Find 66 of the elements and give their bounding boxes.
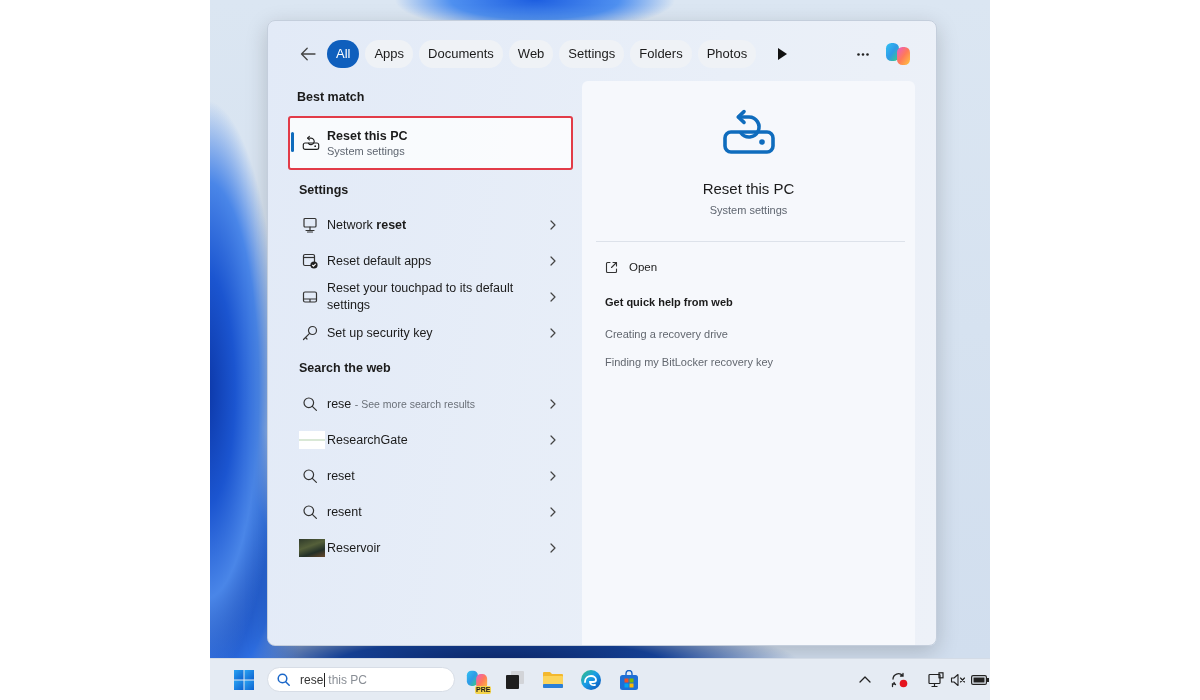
web-result[interactable]: resent [288, 494, 573, 530]
chevron-right-icon [550, 435, 556, 445]
help-link[interactable]: Finding my BitLocker recovery key [605, 355, 774, 369]
preview-title: Reset this PC [702, 179, 795, 199]
search-icon [277, 673, 290, 686]
key-icon [302, 325, 318, 341]
speaker-icon[interactable] [950, 672, 966, 687]
chevron-right-icon [550, 471, 556, 481]
settings-result[interactable]: Set up security key [288, 315, 573, 351]
filter-tab[interactable]: Folders [630, 40, 692, 68]
section-heading: Search the web [298, 360, 391, 377]
text-cursor [324, 672, 326, 687]
chevron-right-icon [550, 507, 556, 517]
filter-tab[interactable]: All [327, 40, 360, 68]
chevron-right-icon [550, 399, 556, 409]
monitor-icon[interactable] [928, 671, 944, 688]
reset-pc-icon [302, 135, 320, 151]
settings-result[interactable]: Reset your touchpad to its default settings [288, 279, 573, 315]
search-icon [303, 505, 317, 519]
ellipsis-icon[interactable] [857, 52, 869, 56]
reset-pc-icon [720, 108, 777, 156]
taskbar-search-field[interactable]: rese this PC [267, 667, 455, 692]
web-result[interactable]: ResearchGate [288, 422, 573, 458]
settings-result[interactable]: Network reset [288, 207, 573, 243]
section-heading: Best match [296, 89, 365, 106]
chevron-right-icon [550, 292, 556, 302]
shopping-bag-icon[interactable] [619, 669, 639, 690]
sync-icon[interactable] [890, 671, 908, 688]
app-window-check-icon [302, 253, 318, 269]
filter-tab[interactable]: Documents [419, 40, 503, 68]
web-result[interactable]: Reservoir [288, 530, 573, 566]
chevron-up-icon[interactable] [859, 676, 871, 683]
battery-icon[interactable] [971, 674, 989, 685]
section-heading: Settings [298, 182, 349, 199]
multicolor-swirl-icon[interactable] [885, 41, 911, 67]
autocomplete-suggestion: this PC [328, 672, 368, 687]
filter-tab[interactable]: Photos [697, 40, 757, 68]
web-result[interactable]: reset [288, 458, 573, 494]
wave-circle-icon[interactable] [581, 669, 601, 690]
web-result[interactable]: rese - See more search results [288, 386, 573, 422]
best-match-result[interactable]: Reset this PC System settings [288, 116, 573, 170]
monitor-icon [302, 217, 318, 233]
search-icon [303, 397, 317, 411]
chevron-right-icon [550, 256, 556, 266]
four-squares-icon[interactable] [234, 669, 254, 690]
filter-tab[interactable]: Settings [559, 40, 625, 68]
settings-result[interactable]: Reset default apps [288, 243, 573, 279]
triangle-right-icon[interactable] [778, 48, 788, 60]
site-thumbnail-icon [299, 431, 325, 449]
filter-tab[interactable]: Apps [365, 40, 414, 68]
stacked-squares-icon[interactable] [505, 669, 525, 690]
folder-icon[interactable] [542, 670, 564, 689]
photo-placeholder [299, 539, 325, 557]
preview-subtitle: System settings [709, 203, 788, 217]
help-heading: Get quick help from web [605, 295, 733, 309]
search-query-text: rese [300, 672, 324, 687]
search-icon [303, 469, 317, 483]
open-action[interactable]: Open [605, 255, 658, 279]
help-link[interactable]: Creating a recovery drive [605, 327, 728, 341]
chevron-right-icon [550, 543, 556, 553]
touchpad-icon [302, 289, 318, 305]
back-arrow-icon[interactable] [300, 47, 316, 61]
filter-tab[interactable]: Web [508, 40, 554, 68]
open-external-icon [605, 260, 618, 274]
chevron-right-icon [550, 328, 556, 338]
chevron-right-icon [550, 220, 556, 230]
